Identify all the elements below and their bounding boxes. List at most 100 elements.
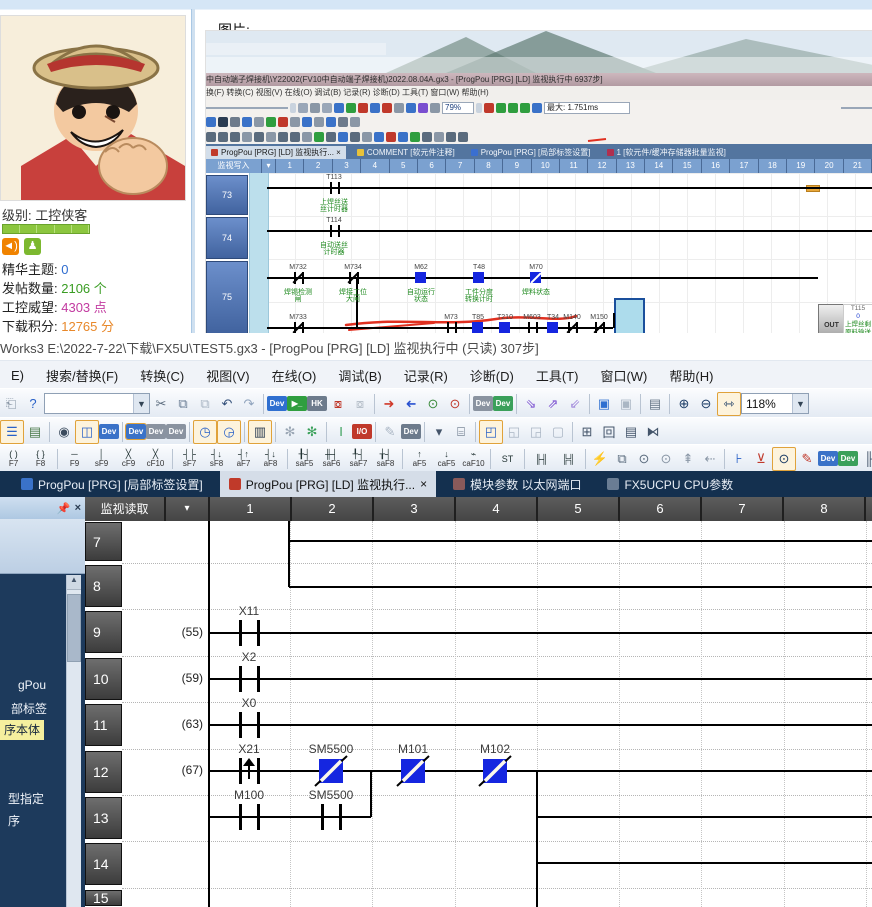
- embedded-toolbar-icon[interactable]: [386, 132, 396, 142]
- embedded-toolbar-icon[interactable]: [406, 103, 416, 113]
- rail-left-icon[interactable]: ╟: [858, 448, 872, 470]
- embedded-toolbar-icon[interactable]: [266, 132, 276, 142]
- embedded-blank-box[interactable]: [841, 107, 872, 109]
- scroll-up-icon[interactable]: ▲: [67, 575, 81, 590]
- embedded-toolbar-icon[interactable]: [230, 117, 240, 127]
- device-table-icon[interactable]: Dev: [126, 424, 146, 439]
- embedded-toolbar-icon[interactable]: [338, 132, 348, 142]
- ladder-symbol-button[interactable]: ╠╣: [555, 447, 582, 470]
- document-tab[interactable]: ProgPou [PRG] [局部标签设置]: [12, 471, 212, 497]
- embedded-toolbar-icon[interactable]: [382, 103, 392, 113]
- ladder-symbol-button[interactable]: ╫┤saF6: [318, 447, 345, 470]
- step-over-icon[interactable]: ⇗: [542, 393, 564, 415]
- monitor-mode-dropdown[interactable]: ▾: [166, 497, 210, 521]
- chevron-down-icon[interactable]: ▼: [792, 394, 808, 413]
- trace-icon[interactable]: ⌸: [450, 421, 472, 443]
- document-tab[interactable]: 模块参数 以太网端口: [444, 471, 590, 497]
- ladder-symbol-button[interactable]: ╟╢: [528, 447, 555, 470]
- embedded-toolbar-icon[interactable]: [230, 132, 240, 142]
- embedded-toolbar-icon[interactable]: [350, 117, 360, 127]
- embedded-toolbar-icon[interactable]: [532, 103, 542, 113]
- io-check-icon[interactable]: I/O: [352, 424, 372, 439]
- dev-blue-icon[interactable]: Dev: [818, 451, 838, 466]
- embedded-monitor-dropdown[interactable]: ▾: [262, 159, 276, 173]
- rows-icon[interactable]: ▤: [620, 421, 642, 443]
- disconnect-module-icon[interactable]: ➜: [400, 393, 422, 415]
- menu-item[interactable]: 转换(C): [129, 366, 195, 385]
- zoom-combobox[interactable]: 118%▼: [741, 393, 809, 414]
- document-tab[interactable]: ProgPou [PRG] [LD] 监视执行...×: [220, 471, 436, 497]
- embedded-toolbar-icon[interactable]: [508, 103, 518, 113]
- embedded-tab[interactable]: 1 [软元件/缓冲存储器批量监视]: [602, 146, 731, 159]
- ladder-symbol-button[interactable]: ─F9: [61, 447, 88, 470]
- menu-item[interactable]: 诊断(D): [459, 366, 525, 385]
- branch-icon[interactable]: ⊦: [728, 448, 750, 470]
- paste-icon[interactable]: ⧉: [194, 393, 216, 415]
- embedded-toolbar-icon[interactable]: [334, 103, 344, 113]
- users-icon[interactable]: ⧑: [642, 421, 664, 443]
- embedded-toolbar-icon[interactable]: [430, 103, 440, 113]
- edit-run-icon[interactable]: ⚡: [589, 448, 611, 470]
- pen-icon[interactable]: ✎: [379, 421, 401, 443]
- read-from-plc-icon[interactable]: HK: [307, 396, 327, 411]
- embedded-address-combobox[interactable]: [206, 107, 288, 109]
- embedded-toolbar-icon[interactable]: [322, 103, 332, 113]
- window-find-icon[interactable]: ◰: [479, 420, 503, 444]
- find-window-icon[interactable]: ◫: [75, 420, 99, 444]
- menu-item[interactable]: 在线(O): [261, 366, 328, 385]
- loop-icon[interactable]: 回: [598, 421, 620, 443]
- speaker-icon[interactable]: ◄): [2, 238, 19, 255]
- embedded-toolbar-icon[interactable]: [326, 132, 336, 142]
- document-tab[interactable]: FX5UCPU CPU参数: [598, 471, 742, 497]
- embedded-toolbar-icon[interactable]: [446, 132, 456, 142]
- embedded-toolbar-icon[interactable]: [496, 103, 506, 113]
- write-to-plc-icon[interactable]: Dev: [267, 396, 287, 411]
- stopwatch-icon[interactable]: ◷: [193, 420, 217, 444]
- tab-close-icon[interactable]: ×: [420, 477, 427, 491]
- view-detail-icon[interactable]: ▤: [24, 421, 46, 443]
- copy-rung-icon[interactable]: ⧉: [611, 448, 633, 470]
- add-friend-icon[interactable]: ♟: [24, 238, 41, 255]
- menu-item[interactable]: 帮助(H): [658, 366, 724, 385]
- step-out-icon[interactable]: ⇙: [564, 393, 586, 415]
- embedded-toolbar-icon[interactable]: [476, 103, 482, 113]
- ladder-symbol-button[interactable]: ┤├sF7: [176, 447, 203, 470]
- watch-start-icon[interactable]: ▣: [593, 393, 615, 415]
- ladder-symbol-button[interactable]: ↓caF5: [433, 447, 460, 470]
- ladder-symbol-button[interactable]: ST: [494, 447, 521, 470]
- menu-item[interactable]: 工具(T): [525, 366, 590, 385]
- embedded-toolbar-icon[interactable]: [206, 132, 216, 142]
- ladder-symbol-button[interactable]: ╳cF10: [142, 447, 169, 470]
- zoom-out-icon[interactable]: ⊖: [695, 393, 717, 415]
- ladder-symbol-button[interactable]: ↑aF5: [406, 447, 433, 470]
- insert-row-icon[interactable]: ⇞: [677, 448, 699, 470]
- embedded-toolbar-icon[interactable]: [362, 132, 372, 142]
- embedded-toolbar-icon[interactable]: [346, 103, 356, 113]
- menu-item[interactable]: 调试(B): [327, 366, 392, 385]
- ladder-symbol-button[interactable]: ╳cF9: [115, 447, 142, 470]
- ladder-symbol-button[interactable]: ┤↓aF8: [257, 447, 284, 470]
- embedded-toolbar-icon[interactable]: [218, 117, 228, 127]
- tree-item[interactable]: gPou: [18, 678, 46, 692]
- device-net-icon[interactable]: Dev: [166, 424, 186, 439]
- embedded-toolbar-icon[interactable]: [206, 117, 216, 127]
- find-icon[interactable]: ◉: [53, 421, 75, 443]
- tree-item[interactable]: 部标签: [11, 700, 47, 717]
- embedded-toolbar-icon[interactable]: [218, 132, 228, 142]
- embedded-toolbar-icon[interactable]: [358, 103, 368, 113]
- copy-icon[interactable]: ⧉: [172, 393, 194, 415]
- ladder-edit-icon[interactable]: ✎: [796, 448, 818, 470]
- undo-icon[interactable]: ↶: [216, 393, 238, 415]
- embedded-toolbar-icon[interactable]: [314, 132, 324, 142]
- ladder-symbol-button[interactable]: ╁┤saF8: [372, 447, 399, 470]
- project-revert-icon[interactable]: ⧇: [327, 393, 349, 415]
- device-eye-icon[interactable]: Dev: [401, 424, 421, 439]
- watch-stop-icon[interactable]: ▣: [615, 393, 637, 415]
- ladder-symbol-button[interactable]: ┤↑aF7: [230, 447, 257, 470]
- embedded-toolbar-icon[interactable]: [458, 132, 468, 142]
- embedded-zoom-value[interactable]: 79%: [442, 102, 474, 114]
- scrollbar-thumb[interactable]: [67, 594, 81, 662]
- dev-green-icon[interactable]: Dev: [838, 451, 858, 466]
- options-icon[interactable]: ✻: [279, 421, 301, 443]
- embedded-toolbar-icon[interactable]: [410, 132, 420, 142]
